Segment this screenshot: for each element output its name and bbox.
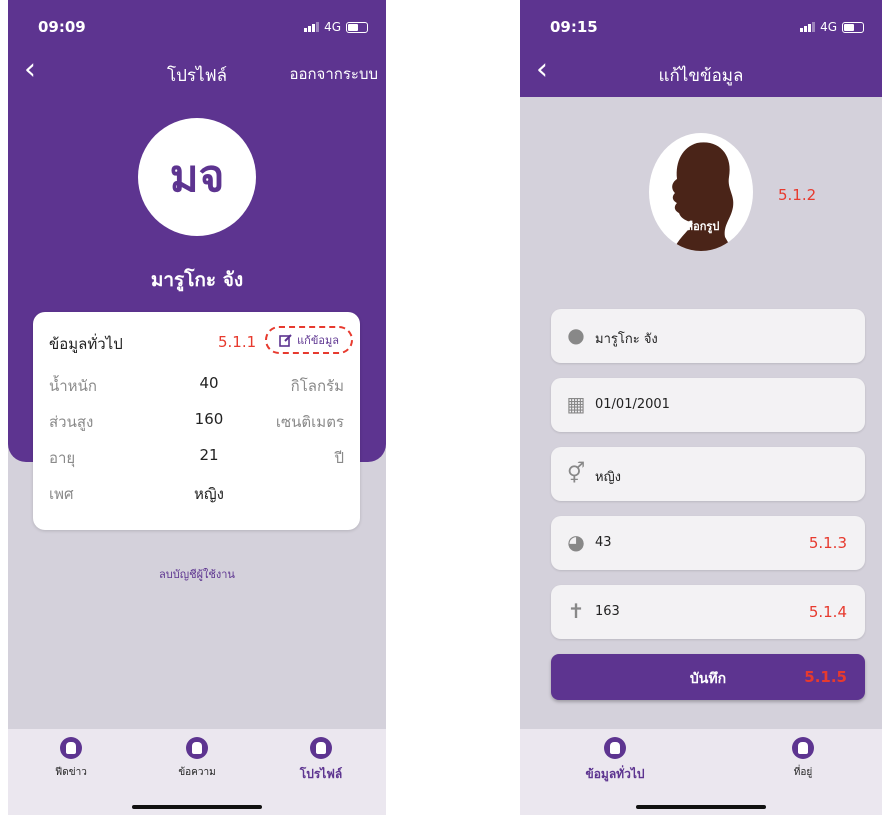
general-info-card: ข้อมูลทั่วไป 5.1.1 แก้ข้อมูล น้ำหนัก 40 …: [33, 312, 360, 530]
person-icon: ●: [567, 323, 585, 347]
field-value: 163: [595, 604, 620, 619]
user-name: มารูโกะ จัง: [150, 269, 244, 291]
annotation-5-1-1: 5.1.1: [218, 333, 257, 351]
profile-screen: 09:09 4G ‹ โปรไฟล์ ออกจากระบบ มจ มารูโกะ…: [8, 0, 386, 815]
field-value: หญิง: [595, 470, 621, 485]
row-value: 40: [199, 374, 219, 392]
row-label: เพศ: [49, 485, 74, 503]
edit-icon: [279, 334, 292, 347]
tooth-icon: [792, 737, 814, 759]
tab-bar: ข้อมูลทั่วไป ที่อยู่: [520, 729, 882, 815]
annotation-5-1-2: 5.1.2: [778, 186, 817, 204]
annotation-5-1-4: 5.1.4: [808, 603, 847, 621]
page-title: แก้ไขข้อมูล: [658, 66, 744, 86]
gender-icon: ⚥: [566, 461, 586, 485]
row-label: ส่วนสูง: [49, 413, 94, 431]
row-label: น้ำหนัก: [49, 377, 97, 395]
tooth-icon: [310, 737, 332, 759]
row-value: 160: [194, 410, 224, 428]
status-indicators: 4G: [800, 20, 864, 34]
height-field[interactable]: ✝ 163 5.1.4: [551, 585, 865, 639]
avatar: มจ: [138, 118, 256, 236]
info-row-weight: น้ำหนัก 40 กิโลกรัม: [49, 374, 344, 395]
annotation-5-1-5: 5.1.5: [804, 668, 847, 686]
battery-icon: [842, 21, 864, 33]
scale-icon: ◕: [567, 530, 585, 554]
choose-photo-label: เลือกรูป: [682, 220, 720, 233]
edit-profile-screen: 09:15 4G ‹ แก้ไขข้อมูล เลือกรูป 5.1.2 ● …: [520, 0, 882, 815]
status-indicators: 4G: [304, 20, 368, 34]
name-field[interactable]: ● มารูโกะ จัง: [551, 309, 865, 363]
tab-label: ฟีดข่าว: [55, 767, 87, 778]
field-value: 43: [595, 535, 612, 550]
status-time: 09:09: [38, 18, 86, 36]
birthdate-field[interactable]: ▦ 01/01/2001: [551, 378, 865, 432]
gender-field[interactable]: ⚥ หญิง: [551, 447, 865, 501]
weight-field[interactable]: ◕ 43 5.1.3: [551, 516, 865, 570]
tooth-icon: [60, 737, 82, 759]
edit-info-button[interactable]: แก้ข้อมูล: [265, 326, 353, 354]
signal-icon: [304, 22, 320, 32]
status-time: 09:15: [550, 18, 598, 36]
row-unit: เซนติเมตร: [275, 413, 344, 431]
network-label: 4G: [820, 20, 837, 34]
tab-label: ข้อมูลทั่วไป: [585, 767, 645, 781]
row-value: หญิง: [194, 485, 224, 503]
height-icon: ✝: [567, 599, 585, 623]
tab-profile[interactable]: โปรไฟล์: [276, 737, 366, 784]
field-value: มารูโกะ จัง: [595, 332, 658, 347]
status-bar: 09:15 4G: [520, 0, 882, 48]
logout-button[interactable]: ออกจากระบบ: [289, 62, 378, 86]
tab-label: ที่อยู่: [793, 767, 813, 778]
tab-bar: ฟีดข่าว ข้อความ โปรไฟล์: [8, 729, 386, 815]
battery-icon: [346, 21, 368, 33]
network-label: 4G: [324, 20, 341, 34]
home-indicator: [132, 805, 262, 809]
signal-icon: [800, 22, 816, 32]
tab-label: ข้อความ: [178, 767, 216, 778]
status-bar: 09:09 4G: [8, 0, 386, 48]
row-unit: ปี: [334, 449, 344, 467]
avatar-picker[interactable]: เลือกรูป: [649, 133, 753, 251]
row-label: อายุ: [49, 449, 76, 467]
tab-general-info[interactable]: ข้อมูลทั่วไป: [570, 737, 660, 784]
tab-feed[interactable]: ฟีดข่าว: [26, 737, 116, 780]
home-indicator: [636, 805, 766, 809]
tooth-icon: [604, 737, 626, 759]
delete-account-link[interactable]: ลบบัญชีผู้ใช้งาน: [8, 565, 386, 583]
tab-label: โปรไฟล์: [299, 767, 343, 781]
card-title: ข้อมูลทั่วไป: [49, 335, 123, 353]
edit-label: แก้ข้อมูล: [297, 334, 339, 347]
info-row-height: ส่วนสูง 160 เซนติเมตร: [49, 410, 344, 431]
field-value: 01/01/2001: [595, 397, 670, 412]
row-unit: กิโลกรัม: [290, 377, 344, 395]
info-row-gender: เพศ หญิง: [49, 482, 344, 503]
tab-messages[interactable]: ข้อความ: [152, 737, 242, 780]
tab-address[interactable]: ที่อยู่: [758, 737, 848, 780]
annotation-5-1-3: 5.1.3: [808, 534, 847, 552]
row-value: 21: [199, 446, 219, 464]
save-button[interactable]: บันทึก 5.1.5: [551, 654, 865, 700]
info-row-age: อายุ 21 ปี: [49, 446, 344, 467]
tooth-icon: [186, 737, 208, 759]
calendar-icon: ▦: [566, 392, 586, 416]
